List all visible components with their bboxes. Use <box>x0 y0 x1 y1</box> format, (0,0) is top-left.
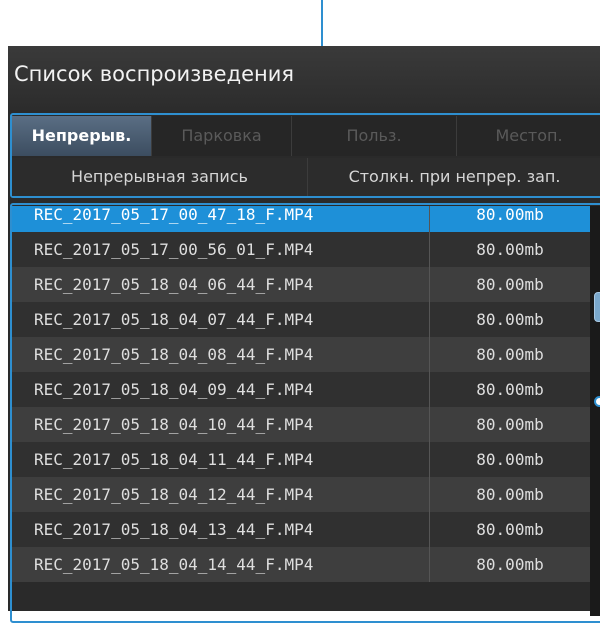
file-size: 80.00mb <box>476 415 544 434</box>
file-name: REC_2017_05_18_04_07_44_F.MP4 <box>12 302 430 337</box>
list-scrollbar[interactable] <box>590 206 600 616</box>
tab-parking[interactable]: Парковка <box>152 116 292 156</box>
file-name: REC_2017_05_18_04_10_44_F.MP4 <box>12 407 430 442</box>
page-title: Список воспроизведения <box>8 46 600 110</box>
file-row[interactable]: REC_2017_05_17_00_56_01_F.MP4 80.00mb <box>12 232 590 267</box>
file-name: REC_2017_05_18_04_09_44_F.MP4 <box>12 372 430 407</box>
file-name: REC_2017_05_18_04_12_44_F.MP4 <box>12 477 430 512</box>
file-name: REC_2017_05_17_00_56_01_F.MP4 <box>12 232 430 267</box>
subtab-continuous-recording[interactable]: Непрерывная запись <box>12 158 308 196</box>
subtab-bar: Непрерывная запись Столкн. при непрер. з… <box>12 158 600 196</box>
file-row[interactable]: REC_2017_05_18_04_12_44_F.MP4 80.00mb <box>12 477 590 512</box>
file-row[interactable]: REC_2017_05_18_04_06_44_F.MP4 80.00mb <box>12 267 590 302</box>
file-row[interactable]: REC_2017_05_18_04_10_44_F.MP4 80.00mb <box>12 407 590 442</box>
file-name: REC_2017_05_18_04_14_44_F.MP4 <box>12 547 430 582</box>
file-name: REC_2017_05_18_04_06_44_F.MP4 <box>12 267 430 302</box>
playlist-app: Список воспроизведения Непрерыв. Парковк… <box>8 46 600 623</box>
file-name: REC_2017_05_18_04_11_44_F.MP4 <box>12 442 430 477</box>
file-size: 80.00mb <box>476 240 544 259</box>
tab-continuous[interactable]: Непрерыв. <box>12 116 152 156</box>
file-size: 80.00mb <box>476 380 544 399</box>
file-size: 80.00mb <box>476 520 544 539</box>
callout-marker-list <box>594 396 600 407</box>
file-size: 80.00mb <box>476 275 544 294</box>
file-row[interactable]: REC_2017_05_18_04_14_44_F.MP4 80.00mb <box>12 547 590 582</box>
file-row[interactable]: REC_2017_05_18_04_11_44_F.MP4 80.00mb <box>12 442 590 477</box>
file-row[interactable]: REC_2017_05_18_04_08_44_F.MP4 80.00mb <box>12 337 590 372</box>
file-name: REC_2017_05_17_00_47_18_F.MP4 <box>12 206 430 232</box>
file-size: 80.00mb <box>476 310 544 329</box>
file-row[interactable]: REC_2017_05_18_04_09_44_F.MP4 80.00mb <box>12 372 590 407</box>
file-size: 80.00mb <box>476 345 544 364</box>
file-size: 80.00mb <box>476 485 544 504</box>
scrollbar-thumb[interactable] <box>594 292 600 322</box>
file-row[interactable]: REC_2017_05_18_04_13_44_F.MP4 80.00mb <box>12 512 590 547</box>
file-name: REC_2017_05_18_04_08_44_F.MP4 <box>12 337 430 372</box>
tab-location[interactable]: Местоп. <box>457 116 600 156</box>
tab-user[interactable]: Польз. <box>292 116 457 156</box>
file-size: 80.00mb <box>476 555 544 574</box>
file-row[interactable]: REC_2017_05_17_00_47_18_F.MP4 80.00mb <box>12 206 590 232</box>
file-list: REC_2017_05_17_00_47_18_F.MP4 80.00mb RE… <box>12 206 590 616</box>
subtab-collision-recording[interactable]: Столкн. при непрер. зап. <box>308 158 600 196</box>
file-size: 80.00mb <box>476 206 544 224</box>
file-size: 80.00mb <box>476 450 544 469</box>
tab-bar: Непрерыв. Парковка Польз. Местоп. <box>12 116 600 156</box>
file-name: REC_2017_05_18_04_13_44_F.MP4 <box>12 512 430 547</box>
file-row[interactable]: REC_2017_05_18_04_07_44_F.MP4 80.00mb <box>12 302 590 337</box>
